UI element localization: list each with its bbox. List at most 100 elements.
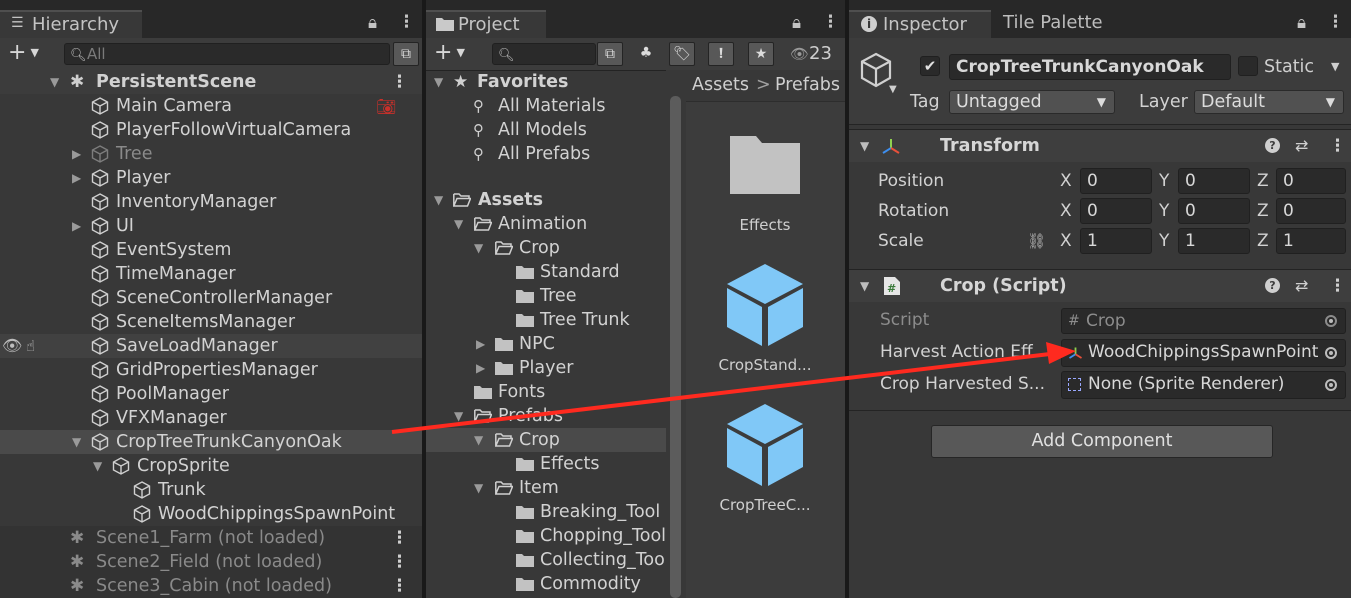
kebab-menu-icon[interactable]: ⋮ <box>1329 270 1346 302</box>
presets-icon[interactable]: ⇄ <box>1295 130 1308 162</box>
expand-arrow-icon[interactable]: ▶ <box>72 166 81 190</box>
hierarchy-item[interactable]: EventSystem <box>0 238 422 262</box>
hierarchy-item[interactable]: GridPropertiesManager <box>0 358 422 382</box>
add-button[interactable]: + ▼ <box>8 38 39 68</box>
lock-icon[interactable]: 🔒︎ <box>1297 13 1306 33</box>
hidden-packages-toggle[interactable]: 👁︎23 <box>790 38 832 70</box>
hierarchy-item[interactable]: 👁︎ ☝︎ SaveLoadManager <box>0 334 422 358</box>
collapse-arrow-icon[interactable]: ▼ <box>860 130 869 162</box>
asset-tile[interactable]: Effects <box>706 128 824 238</box>
hierarchy-item[interactable]: InventoryManager <box>0 190 422 214</box>
kebab-menu-icon[interactable]: ⋮ <box>391 70 408 94</box>
tree-scrollbar[interactable] <box>666 70 686 598</box>
visibility-eye-icon[interactable]: 👁︎ <box>2 334 22 358</box>
active-checkbox[interactable]: ✔ <box>920 56 940 76</box>
object-name-field[interactable]: CropTreeTrunkCanyonOak <box>949 54 1231 80</box>
tree-item[interactable]: Tree <box>426 284 666 308</box>
expand-arrow-icon[interactable]: ▼ <box>434 188 443 212</box>
tree-item[interactable]: ⚲ All Models <box>426 118 666 142</box>
filter-by-type-button[interactable]: ♣ <box>633 42 659 66</box>
expand-arrow-icon[interactable]: ▼ <box>50 70 59 94</box>
add-button[interactable]: + ▼ <box>434 38 465 68</box>
hierarchy-item[interactable]: VFXManager <box>0 406 422 430</box>
expand-arrow-icon[interactable]: ▼ <box>93 454 102 478</box>
hierarchy-item[interactable]: PlayerFollowVirtualCamera <box>0 118 422 142</box>
rotation-y-field[interactable]: 0 <box>1178 198 1250 224</box>
scene-row[interactable]: ✱ Scene2_Field (not loaded) ⋮ <box>0 550 422 574</box>
object-picker-icon[interactable] <box>1325 347 1337 359</box>
position-x-field[interactable]: 0 <box>1080 168 1152 194</box>
scene-row[interactable]: ✱ Scene3_Cabin (not loaded) ⋮ <box>0 574 422 598</box>
scale-z-field[interactable]: 1 <box>1276 228 1346 254</box>
position-z-field[interactable]: 0 <box>1276 168 1346 194</box>
add-component-button[interactable]: Add Component <box>931 425 1273 458</box>
scale-x-field[interactable]: 1 <box>1080 228 1152 254</box>
kebab-menu-icon[interactable]: ⋮ <box>391 574 408 598</box>
expand-arrow-icon[interactable]: ▼ <box>474 476 483 500</box>
hierarchy-item[interactable]: ▶ Tree <box>0 142 422 166</box>
constrain-proportions-icon[interactable]: ⛓︎ <box>1027 227 1046 255</box>
search-by-type-button[interactable]: ⧉ <box>597 42 623 66</box>
filter-by-label-button[interactable]: 🏷︎ <box>669 42 695 66</box>
scale-y-field[interactable]: 1 <box>1178 228 1250 254</box>
kebab-menu-icon[interactable]: ⋮ <box>1329 130 1346 162</box>
expand-arrow-icon[interactable]: ▶ <box>476 356 485 380</box>
rotation-z-field[interactable]: 0 <box>1276 198 1346 224</box>
collapse-arrow-icon[interactable]: ▼ <box>860 270 869 302</box>
hierarchy-item[interactable]: WoodChippingsSpawnPoint <box>0 502 422 526</box>
expand-arrow-icon[interactable]: ▶ <box>72 142 81 166</box>
asset-tile[interactable]: CropStand... <box>706 262 824 382</box>
tree-item[interactable]: ▶ Player <box>426 356 666 380</box>
expand-arrow-icon[interactable]: ▼ <box>454 212 463 236</box>
tree-item[interactable]: ▼ Crop <box>426 236 666 260</box>
tree-item[interactable]: Fonts <box>426 380 666 404</box>
tree-item[interactable]: Commodity <box>426 572 666 596</box>
hierarchy-item-selected[interactable]: ▼ CropTreeTrunkCanyonOak <box>0 430 422 454</box>
search-input[interactable]: 🔍︎ <box>492 43 596 65</box>
favorite-star-button[interactable]: ★ <box>748 42 774 66</box>
tree-item[interactable]: ▼ Prefabs <box>426 404 666 428</box>
rotation-x-field[interactable]: 0 <box>1080 198 1152 224</box>
transform-header[interactable]: ▼ Transform ? ⇄ ⋮ <box>849 129 1351 163</box>
tab-tile-palette[interactable]: Tile Palette <box>993 10 1133 38</box>
crop-script-header[interactable]: ▼ # Crop (Script) ? ⇄ ⋮ <box>849 269 1351 303</box>
hierarchy-item[interactable]: SceneItemsManager <box>0 310 422 334</box>
pickable-hand-icon[interactable]: ☝︎ <box>26 334 35 358</box>
tree-item[interactable]: ⚲ All Prefabs <box>426 142 666 166</box>
static-dropdown-icon[interactable]: ▼ <box>1331 60 1339 73</box>
tree-item-favorites[interactable]: ▼ ★ Favorites <box>426 70 666 94</box>
tree-item[interactable]: Breaking_Tool <box>426 500 666 524</box>
scene-row[interactable]: ▼ ✱ PersistentScene ⋮ <box>0 70 422 94</box>
tree-item[interactable]: ▼ Item <box>426 476 666 500</box>
tree-item[interactable]: Effects <box>426 452 666 476</box>
search-input[interactable]: 🔍︎ All <box>64 43 390 65</box>
hierarchy-item[interactable]: PoolManager <box>0 382 422 406</box>
tree-item[interactable]: ⚲ All Materials <box>426 94 666 118</box>
tree-item[interactable]: Collecting_Tool <box>426 548 670 572</box>
object-picker-icon[interactable] <box>1325 315 1337 327</box>
expand-arrow-icon[interactable]: ▼ <box>474 236 483 260</box>
lock-icon[interactable]: 🔒︎ <box>368 13 377 33</box>
help-icon[interactable]: ? <box>1265 278 1280 293</box>
object-picker-icon[interactable] <box>1325 379 1337 391</box>
expand-arrow-icon[interactable]: ▶ <box>476 332 485 356</box>
asset-tile[interactable]: CropTreeC... <box>706 402 824 522</box>
hierarchy-item[interactable]: ▶ UI <box>0 214 422 238</box>
kebab-menu-icon[interactable]: ⋮ <box>1327 12 1344 32</box>
hierarchy-item[interactable]: SceneControllerManager <box>0 286 422 310</box>
tree-item-assets[interactable]: ▼ Assets <box>426 188 666 212</box>
crop-harvested-sprite-field[interactable]: None (Sprite Renderer) <box>1061 371 1346 399</box>
tree-item[interactable]: ▼ Animation <box>426 212 666 236</box>
tree-item-selected[interactable]: ▼ Crop <box>426 428 666 452</box>
tree-item[interactable]: ▶ NPC <box>426 332 666 356</box>
kebab-menu-icon[interactable]: ⋮ <box>822 12 839 32</box>
scene-visibility-button[interactable]: ⧉ <box>393 42 419 66</box>
lock-icon[interactable]: 🔒︎ <box>792 13 801 33</box>
kebab-menu-icon[interactable]: ⋮ <box>391 550 408 574</box>
expand-arrow-icon[interactable]: ▼ <box>72 430 81 454</box>
breadcrumb-item[interactable]: Prefabs <box>775 70 840 101</box>
scene-row[interactable]: ✱ Scene1_Farm (not loaded) ⋮ <box>0 526 422 550</box>
hierarchy-item[interactable]: Trunk <box>0 478 422 502</box>
expand-arrow-icon[interactable]: ▼ <box>454 404 463 428</box>
expand-arrow-icon[interactable]: ▼ <box>434 70 443 94</box>
